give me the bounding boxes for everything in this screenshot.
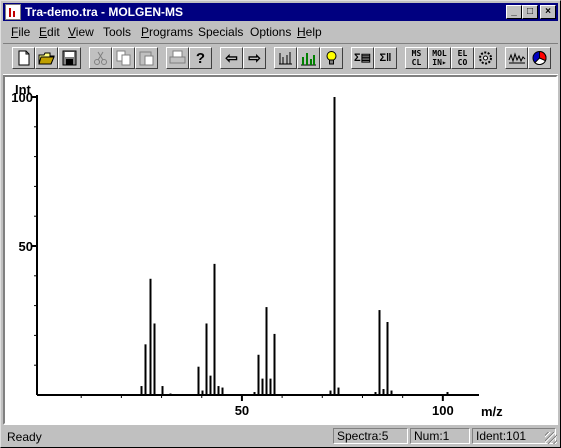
- el-co-button[interactable]: EL CO: [451, 47, 474, 69]
- help-button[interactable]: ?: [189, 47, 212, 69]
- minimize-button[interactable]: _: [506, 5, 522, 19]
- el-co-icon: EL CO: [457, 49, 468, 67]
- y-tick-label: 100: [11, 90, 33, 105]
- copy-icon[interactable]: [112, 47, 135, 69]
- sigma-list-icon: Σ▤: [354, 51, 371, 64]
- paste-icon[interactable]: [135, 47, 158, 69]
- spectrum-list-icon: [279, 52, 292, 65]
- back-button[interactable]: ⇦: [220, 47, 243, 69]
- status-spectra: Spectra:5: [333, 428, 408, 444]
- sum-list-button[interactable]: Σ▤: [351, 47, 374, 69]
- status-ready: Ready: [7, 430, 42, 444]
- menu-programs[interactable]: Programs: [141, 25, 193, 39]
- spectrum-list-button[interactable]: [274, 47, 297, 69]
- menu-tools[interactable]: Tools: [103, 25, 131, 39]
- window-title: Tra-demo.tra - MOLGEN-MS: [25, 5, 184, 19]
- menu-bar: File Edit View Tools Programs Specials O…: [3, 22, 558, 41]
- light-bulb-icon: [326, 51, 337, 65]
- mol-in-button[interactable]: MOL IN▸: [428, 47, 451, 69]
- pie-chart-button[interactable]: [528, 47, 551, 69]
- close-button[interactable]: ×: [540, 5, 556, 19]
- ms-cl-icon: MS CL: [411, 49, 422, 67]
- toolbar: ? ⇦ ⇨ Σ▤ Σ‖ MS CL MOL IN▸ EL CO: [3, 43, 558, 75]
- status-bar: Ready Spectra:5 Num:1 Ident:101: [3, 427, 558, 445]
- x-axis-label: m/z: [481, 404, 503, 419]
- spectrum-plot[interactable]: Int m/z 50 100 50 100: [3, 75, 558, 425]
- scissors-icon[interactable]: [89, 47, 112, 69]
- mass-spectrum-chart: Int m/z 50 10050100: [11, 82, 503, 419]
- y-tick-label: 50: [19, 239, 33, 254]
- app-icon[interactable]: [5, 4, 21, 20]
- wave-icon: [508, 52, 526, 64]
- forward-button[interactable]: ⇨: [243, 47, 266, 69]
- menu-options[interactable]: Options: [250, 25, 291, 39]
- settings-button[interactable]: [474, 47, 497, 69]
- resize-grip[interactable]: [545, 432, 557, 444]
- menu-help[interactable]: Help: [297, 25, 322, 39]
- idea-button[interactable]: [320, 47, 343, 69]
- new-document-icon[interactable]: [12, 47, 35, 69]
- sigma-icon: Σ‖: [379, 51, 392, 64]
- save-disk-icon[interactable]: [58, 47, 81, 69]
- menu-view[interactable]: View: [68, 25, 94, 39]
- app-window: Tra-demo.tra - MOLGEN-MS _ □ × File Edit…: [0, 0, 561, 448]
- pie-chart-icon: [532, 50, 547, 65]
- menu-specials[interactable]: Specials: [198, 25, 243, 39]
- maximize-button[interactable]: □: [522, 5, 538, 19]
- gear-icon: [479, 51, 492, 65]
- arrow-right-icon: ⇨: [248, 49, 261, 67]
- mol-in-icon: MOL IN▸: [432, 49, 447, 67]
- printer-icon[interactable]: [166, 47, 189, 69]
- menu-edit[interactable]: Edit: [39, 25, 60, 39]
- title-bar[interactable]: Tra-demo.tra - MOLGEN-MS _ □ ×: [3, 3, 558, 21]
- menu-file[interactable]: File: [11, 25, 30, 39]
- ms-cl-button[interactable]: MS CL: [405, 47, 428, 69]
- wave-button[interactable]: [505, 47, 528, 69]
- x-tick-label: 50: [235, 403, 249, 418]
- question-mark-icon: ?: [195, 49, 206, 67]
- bar-chart-icon: [301, 53, 316, 66]
- arrow-left-icon: ⇦: [225, 49, 238, 67]
- bar-chart-button[interactable]: [297, 47, 320, 69]
- x-tick-label: 100: [432, 403, 454, 418]
- status-ident: Ident:101: [472, 428, 556, 444]
- open-folder-icon[interactable]: [35, 47, 58, 69]
- status-num: Num:1: [410, 428, 470, 444]
- sum-button[interactable]: Σ‖: [374, 47, 397, 69]
